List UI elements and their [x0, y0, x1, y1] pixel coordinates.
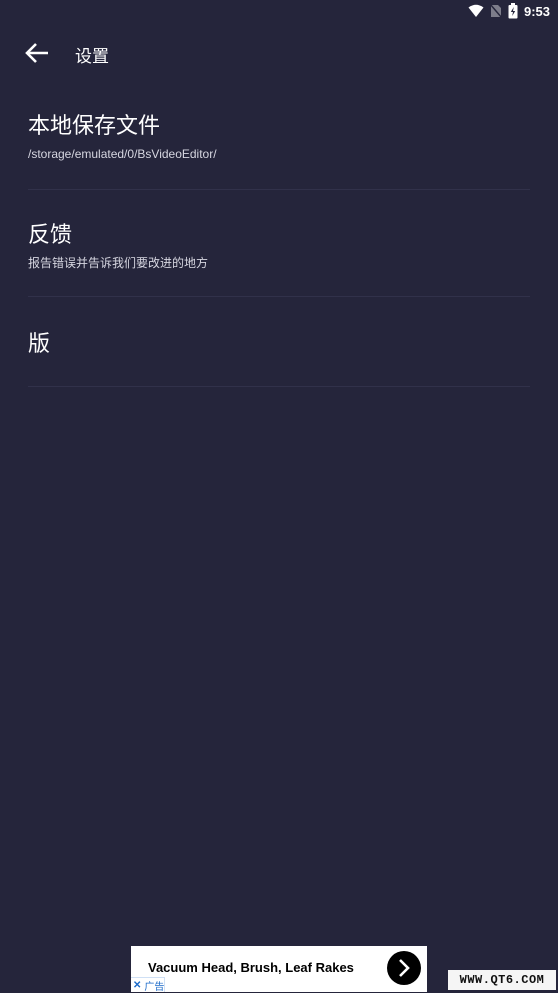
setting-title: 本地保存文件 [28, 114, 161, 139]
arrow-left-icon [22, 38, 54, 68]
status-bar: 9:53 [0, 0, 558, 24]
setting-version[interactable]: 版 [28, 297, 530, 387]
ad-text: Vacuum Head, Brush, Leaf Rakes [148, 960, 354, 975]
setting-subtitle: /storage/emulated/0/BsVideoEditor/ [28, 147, 217, 161]
setting-subtitle: 报告错误并告诉我们要改进的地方 [28, 256, 209, 270]
chevron-right-icon [396, 958, 412, 978]
settings-list: 本地保存文件 /storage/emulated/0/BsVideoEditor… [28, 96, 530, 387]
ad-label: 广告 [144, 981, 165, 993]
back-button[interactable] [22, 38, 54, 68]
wifi-icon [468, 4, 484, 18]
ad-close-icon[interactable]: ✕ [133, 980, 141, 991]
ad-banner[interactable]: Vacuum Head, Brush, Leaf Rakes ✕ 广告 [131, 946, 427, 993]
status-time: 9:53 [523, 3, 550, 19]
page-title: 设置 [75, 47, 109, 67]
setting-title: 版 [28, 332, 51, 357]
ad-badge[interactable]: ✕ 广告 [131, 977, 166, 993]
no-sim-icon [489, 4, 502, 18]
toolbar: 设置 [0, 36, 558, 70]
watermark: WWW.QT6.COM [448, 970, 556, 990]
setting-feedback[interactable]: 反馈 报告错误并告诉我们要改进的地方 [28, 190, 530, 297]
ad-open-button[interactable] [387, 951, 421, 985]
setting-title: 反馈 [28, 223, 73, 248]
status-icons: 9:53 [468, 3, 550, 19]
battery-charging-icon [508, 3, 518, 19]
setting-local-save-path[interactable]: 本地保存文件 /storage/emulated/0/BsVideoEditor… [28, 96, 530, 190]
